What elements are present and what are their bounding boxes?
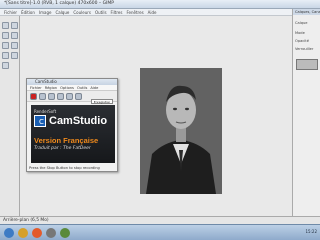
camstudio-splash: RenderSoft C CamStudio Version Française… (31, 105, 115, 163)
menu-edit[interactable]: Édition (21, 10, 35, 15)
rotate-icon[interactable] (2, 42, 9, 49)
camstudio-window[interactable]: CamStudio Fichier Région Options Outils … (26, 78, 118, 172)
product-name: CamStudio (49, 115, 108, 127)
layer-thumbnail[interactable] (296, 59, 318, 70)
layer-label: Calque (295, 21, 308, 25)
opacity-label: Opacité (295, 39, 309, 43)
explorer-icon[interactable] (18, 228, 28, 238)
annotation-button[interactable] (57, 92, 64, 100)
toolbox (0, 16, 20, 216)
window-title: *[Sans titre]-1.0 (RVB, 1 calque) 470x60… (4, 1, 114, 6)
text-icon[interactable] (11, 42, 18, 49)
menu-help[interactable]: Aide (148, 10, 157, 15)
publisher-label: RenderSoft (34, 109, 57, 114)
camstudio-status: Press the Stop Button to stop recording (29, 166, 100, 170)
status-text: Arrière-plan (6,5 Mo) (3, 218, 49, 223)
cam-menu-options[interactable]: Options (60, 85, 74, 90)
window-titlebar: *[Sans titre]-1.0 (RVB, 1 calque) 470x60… (0, 0, 320, 9)
paint-icon[interactable] (2, 52, 9, 59)
layers-dock: Calques, Canaux, Chemins Calque Mode Opa… (292, 9, 320, 216)
record-button[interactable] (30, 92, 37, 100)
app-icon[interactable] (60, 228, 70, 238)
stop-button[interactable] (48, 92, 55, 100)
crop-icon[interactable] (11, 32, 18, 39)
select-rect-icon[interactable] (2, 22, 9, 29)
menubar: Fichier Édition Image Calque Couleurs Ou… (0, 9, 292, 16)
move-icon[interactable] (2, 32, 9, 39)
translator-label: Traduit par : The FatDeer (34, 146, 91, 151)
version-label: Version Française (34, 136, 99, 145)
settings-button[interactable] (75, 92, 82, 100)
gimp-icon[interactable] (46, 228, 56, 238)
browser-icon[interactable] (32, 228, 42, 238)
camstudio-logo-mark: C (39, 118, 44, 126)
cam-menu-region[interactable]: Région (45, 85, 57, 90)
lock-label: Verrouiller (295, 47, 314, 51)
image-canvas[interactable]: CamStudio Fichier Région Options Outils … (20, 16, 292, 216)
menu-colors[interactable]: Couleurs (73, 10, 91, 15)
taskbar: 15:22 (0, 224, 320, 240)
tray-clock: 15:22 (305, 229, 317, 234)
camstudio-logo-icon: C (34, 115, 46, 127)
output-select[interactable]: Enregistrer vers MP4 (91, 99, 113, 108)
lasso-icon[interactable] (11, 22, 18, 29)
pause-button[interactable] (39, 92, 46, 100)
menu-layer[interactable]: Calque (55, 10, 69, 15)
region-button[interactable] (66, 92, 73, 100)
menu-windows[interactable]: Fenêtres (126, 10, 143, 15)
eraser-icon[interactable] (11, 52, 18, 59)
mode-label: Mode (295, 31, 305, 35)
dock-header[interactable]: Calques, Canaux, Chemins (293, 9, 320, 15)
status-bar: Arrière-plan (6,5 Mo) (0, 216, 320, 224)
menu-tools[interactable]: Outils (95, 10, 107, 15)
cam-menu-help[interactable]: Aide (90, 85, 98, 90)
start-icon[interactable] (4, 228, 14, 238)
cam-menu-tools[interactable]: Outils (77, 85, 87, 90)
menu-filters[interactable]: Filtres (111, 10, 123, 15)
portrait-photo (140, 68, 222, 194)
cam-menu-file[interactable]: Fichier (30, 85, 42, 90)
clone-icon[interactable] (2, 62, 9, 69)
menu-file[interactable]: Fichier (4, 10, 17, 15)
menu-image[interactable]: Image (39, 10, 52, 15)
